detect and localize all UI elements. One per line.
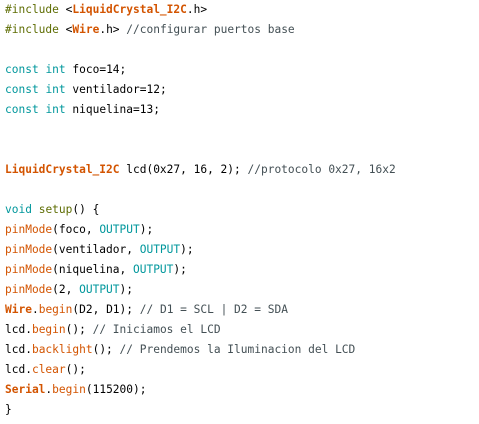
function-token: begin <box>38 303 73 316</box>
code-text-token: (); <box>92 343 120 356</box>
library-class-token: LiquidCrystal_I2C <box>5 163 120 176</box>
code-line: pinMode(niquelina, OUTPUT); <box>5 260 187 280</box>
code-text-token: (115200); <box>85 383 147 396</box>
preprocessor-token: setup <box>38 203 73 216</box>
code-text-token: .h> <box>186 3 208 16</box>
comment-token: // Prendemos la Iluminacion del LCD <box>119 343 356 356</box>
code-text-token: lcd(0x27, 16, 2); <box>119 163 248 176</box>
code-line: lcd.backlight(); // Prendemos la Ilumina… <box>5 340 355 360</box>
code-text-token: (foco, <box>52 223 100 236</box>
function-token: clear <box>31 363 66 376</box>
preprocessor-token: #include <box>5 3 66 16</box>
code-line: lcd.begin(); // Iniciamos el LCD <box>5 320 221 340</box>
comment-token: //protocolo 0x27, 16x2 <box>247 163 396 176</box>
function-token: begin <box>31 323 66 336</box>
code-text-token: } <box>5 403 12 416</box>
code-line: pinMode(foco, OUTPUT); <box>5 220 153 240</box>
code-text-token: (ventilador, <box>52 243 140 256</box>
code-text-token: ); <box>173 263 187 276</box>
library-class-token: LiquidCrystal_I2C <box>72 3 187 16</box>
code-text-token: ventilador=12; <box>65 83 167 96</box>
code-text-token: ); <box>180 243 194 256</box>
constant-token: OUTPUT <box>79 283 120 296</box>
type-keyword-token: void <box>5 203 32 216</box>
preprocessor-token: #include <box>5 23 66 36</box>
type-keyword-token: int <box>45 83 66 96</box>
code-text-token: (2, <box>52 283 80 296</box>
code-line: } <box>5 400 12 420</box>
code-text-token: lcd. <box>5 363 32 376</box>
code-line: pinMode(2, OUTPUT); <box>5 280 133 300</box>
code-line: Serial.begin(115200); <box>5 380 146 400</box>
code-editor[interactable]: #include <LiquidCrystal_I2C.h> #include <… <box>0 0 479 424</box>
comment-token: // D1 = SCL | D2 = SDA <box>139 303 288 316</box>
code-text-token: ); <box>119 283 134 296</box>
constant-token: OUTPUT <box>139 243 181 256</box>
type-keyword-token: int <box>45 103 66 116</box>
code-text-token: ); <box>139 223 154 236</box>
code-text-token: foco=14; <box>65 63 127 76</box>
code-line: #include <Wire.h> //configurar puertos b… <box>5 20 295 40</box>
code-text-token: (niquelina, <box>52 263 133 276</box>
function-token: pinMode <box>5 223 53 236</box>
function-token: pinMode <box>5 243 53 256</box>
library-class-token: Wire <box>72 23 100 36</box>
function-token: pinMode <box>5 263 53 276</box>
code-line: Wire.begin(D2, D1); // D1 = SCL | D2 = S… <box>5 300 288 320</box>
code-line: const int ventilador=12; <box>5 80 167 100</box>
code-line: const int niquelina=13; <box>5 100 160 120</box>
type-keyword-token: const <box>5 103 39 116</box>
code-text-token: . <box>31 303 39 316</box>
type-keyword-token: int <box>45 63 66 76</box>
code-text-token: () { <box>72 203 100 216</box>
code-line: pinMode(ventilador, OUTPUT); <box>5 240 194 260</box>
code-text-token: (D2, D1); <box>72 303 140 316</box>
constant-token: OUTPUT <box>99 223 140 236</box>
code-text-token: (); <box>65 323 93 336</box>
code-text-token: .h> <box>99 23 127 36</box>
type-keyword-token: const <box>5 83 39 96</box>
library-class-token: Wire <box>5 303 32 316</box>
code-text-token: (); <box>65 363 86 376</box>
function-token: backlight <box>31 343 93 356</box>
code-text-token: lcd. <box>5 343 32 356</box>
comment-token: // Iniciamos el LCD <box>92 323 221 336</box>
comment-token: //configurar puertos base <box>126 23 295 36</box>
code-line: const int foco=14; <box>5 60 126 80</box>
code-text-token: niquelina=13; <box>65 103 160 116</box>
code-line: LiquidCrystal_I2C lcd(0x27, 16, 2); //pr… <box>5 160 396 180</box>
code-line: void setup() { <box>5 200 99 220</box>
constant-token: OUTPUT <box>132 263 174 276</box>
code-line: lcd.clear(); <box>5 360 86 380</box>
code-line: #include <LiquidCrystal_I2C.h> <box>5 0 207 20</box>
function-token: begin <box>52 383 86 396</box>
function-token: pinMode <box>5 283 53 296</box>
library-class-token: Serial <box>5 383 46 396</box>
code-text-token: lcd. <box>5 323 32 336</box>
type-keyword-token: const <box>5 63 39 76</box>
